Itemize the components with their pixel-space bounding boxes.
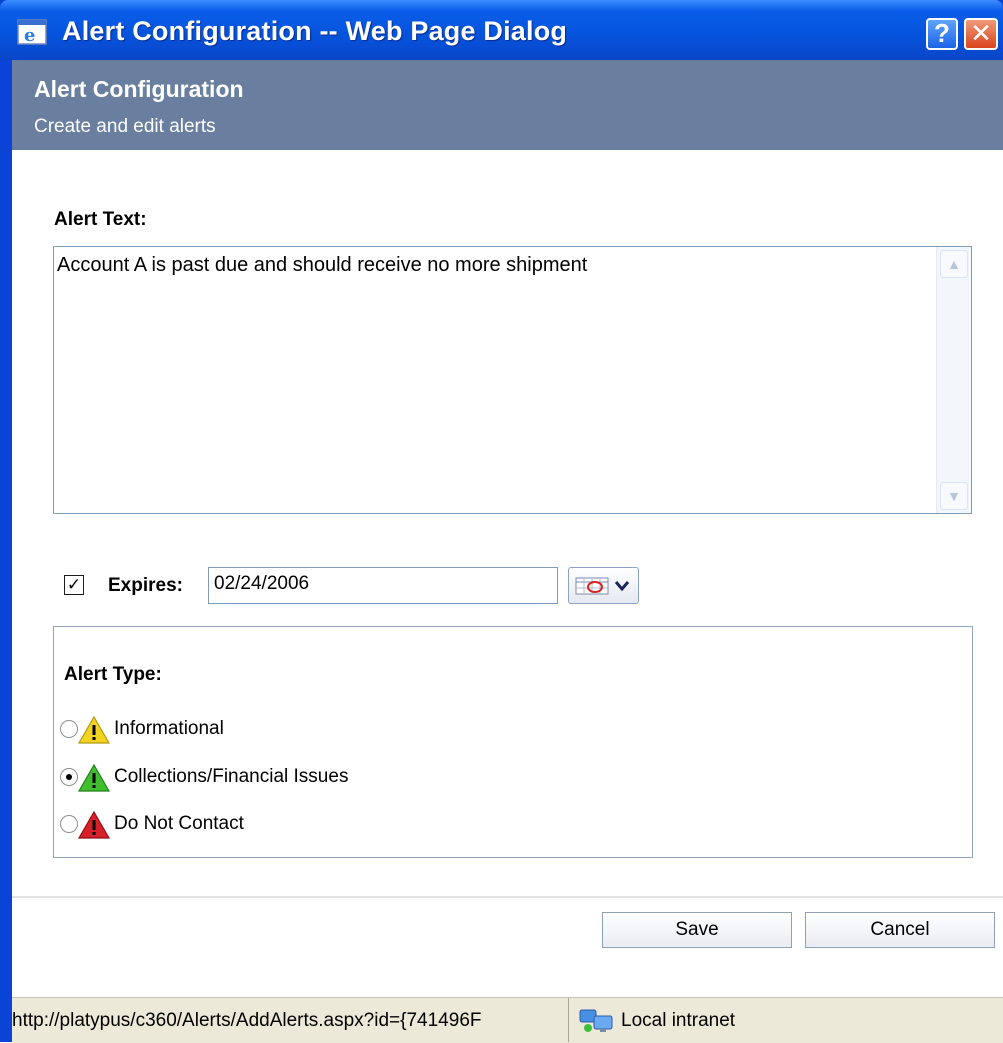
save-button[interactable]: Save [602, 912, 792, 948]
alert-text-value[interactable]: Account A is past due and should receive… [57, 254, 587, 277]
scroll-up-icon[interactable]: ▲ [940, 250, 968, 278]
radio-collections[interactable] [60, 768, 78, 786]
warning-green-icon [77, 763, 111, 792]
calendar-icon [575, 577, 609, 595]
title-bar[interactable]: e Alert Configuration -- Web Page Dialog… [0, 0, 1003, 60]
help-button[interactable]: ? [926, 18, 958, 50]
page-subtitle: Create and edit alerts [34, 116, 216, 137]
cancel-button[interactable]: Cancel [805, 912, 995, 948]
status-url: http://platypus/c360/Alerts/AddAlerts.as… [12, 998, 569, 1042]
close-button[interactable]: ✕ [964, 18, 998, 50]
local-intranet-icon [579, 1009, 613, 1032]
scroll-down-icon[interactable]: ▼ [940, 482, 968, 510]
dialog-window: e Alert Configuration -- Web Page Dialog… [0, 0, 1003, 1043]
expires-date-input[interactable]: 02/24/2006 [208, 567, 558, 604]
alert-text-label: Alert Text: [54, 209, 147, 230]
ie-page-icon: e [17, 19, 47, 46]
expires-checkbox[interactable]: ✓ [64, 575, 84, 595]
radio-informational[interactable] [60, 720, 78, 738]
alert-text-input[interactable]: Account A is past due and should receive… [53, 246, 972, 514]
footer-divider [12, 896, 1003, 898]
warning-yellow-icon [77, 715, 111, 744]
svg-text:e: e [24, 25, 35, 46]
expires-label: Expires: [108, 575, 183, 596]
warning-red-icon [77, 810, 111, 839]
page-title: Alert Configuration [34, 76, 244, 102]
page-header: Alert Configuration Create and edit aler… [12, 60, 1003, 150]
radio-do-not-contact[interactable] [60, 815, 78, 833]
window-title: Alert Configuration -- Web Page Dialog [62, 16, 568, 46]
chevron-down-icon [614, 581, 630, 592]
option-label[interactable]: Do Not Contact [114, 813, 244, 835]
textarea-scrollbar[interactable]: ▲ ▼ [936, 247, 971, 513]
calendar-picker-button[interactable] [568, 567, 639, 604]
option-label[interactable]: Collections/Financial Issues [114, 766, 348, 788]
status-bar: http://platypus/c360/Alerts/AddAlerts.as… [12, 997, 1003, 1043]
option-label[interactable]: Informational [114, 718, 224, 740]
dialog-content: Alert Configuration Create and edit aler… [12, 60, 1003, 997]
security-zone-label: Local intranet [621, 1010, 736, 1031]
alert-type-label: Alert Type: [64, 664, 162, 685]
